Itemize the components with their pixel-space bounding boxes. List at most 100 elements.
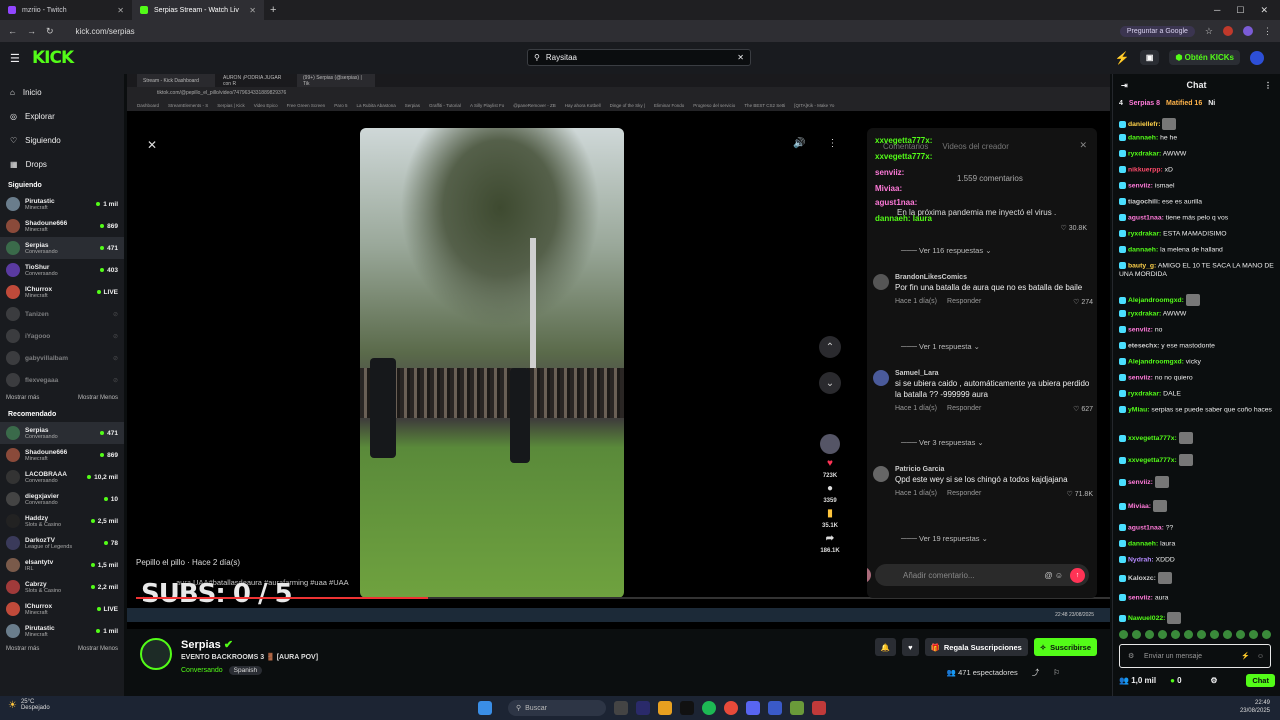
close-window-icon[interactable]: ✕ — [1260, 5, 1268, 16]
premiere-icon[interactable] — [636, 701, 650, 715]
chat-username[interactable]: Kaloxzc: — [1128, 575, 1156, 582]
chat-username[interactable]: dannaeh: — [1128, 246, 1158, 253]
reload-icon[interactable]: ↻ — [46, 26, 54, 37]
show-more-button[interactable]: Mostrar más — [6, 646, 39, 652]
spotify-icon[interactable] — [702, 701, 716, 715]
user-avatar[interactable] — [1250, 50, 1264, 65]
browser-tab-kick[interactable]: Serpias Stream - Watch Liv ✕ — [132, 0, 264, 20]
leaderboard-entry[interactable]: Serpias 8 — [1129, 100, 1160, 107]
sidebar-channel[interactable]: DarkozTV League of Legends 78 — [0, 532, 124, 554]
chat-username[interactable]: senviiz: — [1128, 326, 1153, 333]
sidebar-channel[interactable]: Cabrzy Slots & Casino 2,2 mil — [0, 576, 124, 598]
weather-widget[interactable]: ☀ 25°C Despejado — [8, 699, 50, 711]
sidebar-channel[interactable]: Pirutastic Minecraft 1 mil — [0, 620, 124, 642]
leaderboard-entry[interactable]: Matified 16 — [1166, 100, 1202, 107]
chat-username[interactable]: Alejandroomgxd: — [1128, 358, 1184, 365]
sidebar-channel[interactable]: LACOBRAAA Conversando 10,2 mil — [0, 466, 124, 488]
send-chat-button[interactable]: Chat — [1246, 674, 1275, 687]
video-player[interactable]: Stream - Kick Dashboard AURON ¡PODRIA JU… — [127, 74, 1110, 629]
maximize-icon[interactable]: ☐ — [1236, 5, 1244, 16]
minimize-icon[interactable]: ─ — [1214, 5, 1220, 15]
emote-icon[interactable] — [1132, 630, 1141, 639]
close-icon[interactable]: ✕ — [117, 6, 124, 15]
sidebar-channel[interactable]: Serpias Conversando 471 — [0, 237, 124, 259]
sidebar-channel[interactable]: diegxjavier Conversando 10 — [0, 488, 124, 510]
chat-username[interactable]: agust1naa: — [1128, 524, 1164, 531]
chat-username[interactable]: tiagochili: — [1128, 198, 1160, 205]
clear-search-icon[interactable]: ✕ — [737, 53, 744, 62]
app-icon[interactable] — [812, 701, 826, 715]
windows-start-icon[interactable] — [478, 701, 492, 715]
chat-username[interactable]: senviiz: — [1128, 182, 1153, 189]
taskbar-search[interactable]: ⚲ Buscar — [508, 700, 606, 716]
url-field[interactable]: kick.com/serpias — [76, 27, 135, 36]
chat-username[interactable]: Nydrah: — [1128, 556, 1154, 563]
extension-icon[interactable] — [1223, 26, 1233, 36]
chat-username[interactable]: senviiz: — [1128, 479, 1153, 486]
chat-username[interactable]: senviiz: — [1128, 374, 1153, 381]
sidebar-channel[interactable]: flexvegaaa ⊘ — [0, 369, 124, 391]
forward-icon[interactable]: → — [27, 26, 36, 36]
nav-inicio[interactable]: ⌂ Inicio — [0, 80, 124, 104]
emote-icon[interactable] — [1145, 630, 1154, 639]
leaderboard-entry[interactable]: 4 — [1119, 100, 1123, 107]
emote-icon[interactable] — [1223, 630, 1232, 639]
emote-icon[interactable] — [1184, 630, 1193, 639]
system-clock[interactable]: 22:49 23/08/2025 — [1240, 700, 1270, 716]
capcut-icon[interactable] — [680, 701, 694, 715]
nav-drops[interactable]: ▦ Drops — [0, 152, 124, 176]
gift-subs-button[interactable]: 🎁 Regala Suscripciones — [924, 638, 1028, 656]
chat-username[interactable]: etesechx: — [1128, 342, 1159, 349]
task-view-icon[interactable] — [614, 701, 628, 715]
get-kicks-button[interactable]: ⬢ Obtén KICKs — [1169, 50, 1240, 65]
chat-username[interactable]: ryxdrakar: — [1128, 230, 1161, 237]
subscribe-button[interactable]: ✧ Suscribirse — [1033, 638, 1097, 656]
chat-username[interactable]: senviiz: — [1128, 594, 1153, 601]
show-more-button[interactable]: Mostrar más — [6, 395, 39, 401]
sidebar-channel[interactable]: IChurrox Minecraft LIVE — [0, 598, 124, 620]
share-icon[interactable]: ⤴ — [1032, 667, 1040, 678]
chat-options-icon[interactable]: ⋮ — [1264, 81, 1272, 90]
minecraft-icon[interactable] — [790, 701, 804, 715]
sidebar-channel[interactable]: Shadoune666 Minecraft 869 — [0, 215, 124, 237]
chat-username[interactable]: bauty_g: — [1128, 262, 1156, 269]
sidebar-channel[interactable]: elsantytv IRL 1,5 mil — [0, 554, 124, 576]
show-less-button[interactable]: Mostrar Menos — [78, 395, 118, 401]
chat-username[interactable]: Nawuel022: — [1128, 615, 1165, 622]
emote-icon[interactable] — [1158, 630, 1167, 639]
hamburger-icon[interactable]: ☰ — [10, 52, 20, 65]
back-icon[interactable]: ← — [8, 26, 17, 36]
emoji-icon[interactable]: ☺ — [1257, 653, 1264, 660]
emote-icon[interactable] — [1262, 630, 1271, 639]
chat-username[interactable]: ryxdrakar: — [1128, 150, 1161, 157]
menu-icon[interactable]: ⋮ — [1263, 26, 1272, 37]
dashboard-button[interactable]: ▣ — [1139, 50, 1160, 65]
follow-heart-button[interactable]: ♥ — [902, 638, 919, 656]
sidebar-channel[interactable]: Haddzy Slots & Casino 2,5 mil — [0, 510, 124, 532]
chat-username[interactable]: dannaeh: — [1128, 134, 1158, 141]
leaderboard-entry[interactable]: Ni — [1208, 100, 1215, 107]
rewards-icon[interactable]: ⚡ — [1115, 51, 1130, 65]
chat-username[interactable]: nikkuerpp: — [1128, 166, 1163, 173]
emote-icon[interactable] — [1171, 630, 1180, 639]
chat-settings-icon[interactable]: ⚙ — [1128, 652, 1134, 660]
close-icon[interactable]: ✕ — [249, 6, 256, 15]
chat-username[interactable]: agust1naa: — [1128, 214, 1164, 221]
chrome-icon[interactable] — [724, 701, 738, 715]
collapse-chat-icon[interactable]: ⇥ — [1121, 81, 1128, 90]
sidebar-channel[interactable]: Tanizen ⊘ — [0, 303, 124, 325]
sidebar-channel[interactable]: Serpias Conversando 471 — [0, 422, 124, 444]
obs-icon[interactable] — [768, 701, 782, 715]
chat-username[interactable]: daniellefr: — [1128, 121, 1160, 128]
notification-bell-button[interactable]: 🔔 — [874, 638, 897, 656]
language-tag[interactable]: Spanish — [228, 666, 263, 675]
nav-explorar[interactable]: ◎ Explorar — [0, 104, 124, 128]
chat-username[interactable]: Alejandroomgxd: — [1128, 297, 1184, 304]
sidebar-channel[interactable]: gabyvillalbam ⊘ — [0, 347, 124, 369]
settings-icon[interactable]: ⚙ — [1210, 676, 1217, 685]
show-less-button[interactable]: Mostrar Menos — [78, 646, 118, 652]
file-explorer-icon[interactable] — [658, 701, 672, 715]
report-icon[interactable]: ⚐ — [1053, 668, 1060, 677]
sidebar-channel[interactable]: Pirutastic Minecraft 1 mil — [0, 193, 124, 215]
kick-emote-icon[interactable]: ⚡ — [1241, 652, 1250, 660]
